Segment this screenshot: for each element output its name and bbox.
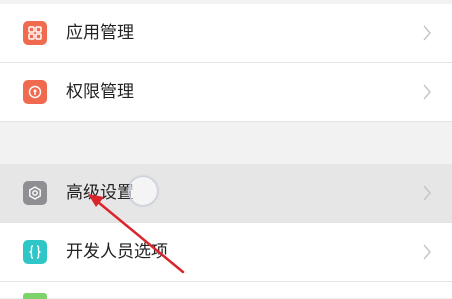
settings-item-label: 开发人员选项 [66,242,168,262]
settings-item-permission-management[interactable]: 权限管理 [0,63,452,121]
section-gap [0,122,452,164]
gear-icon [23,181,47,205]
touch-indicator [128,176,158,206]
settings-item-advanced-settings[interactable]: 高级设置 [0,164,452,222]
chevron-right-icon [423,25,431,41]
settings-item-label: 应用管理 [66,23,134,43]
settings-item-label: 高级设置 [66,183,134,203]
chevron-right-icon [423,185,431,201]
app-grid-icon [23,21,47,45]
settings-item-developer-options[interactable]: 开发人员选项 [0,223,452,281]
chevron-right-icon [423,244,431,260]
settings-item-app-management[interactable]: 应用管理 [0,4,452,62]
braces-icon [23,240,47,264]
chevron-right-icon [423,84,431,100]
settings-item-label: 权限管理 [66,82,134,102]
settings-item-partial[interactable] [0,282,452,299]
permission-shield-icon [23,80,47,104]
app-icon [23,293,47,299]
